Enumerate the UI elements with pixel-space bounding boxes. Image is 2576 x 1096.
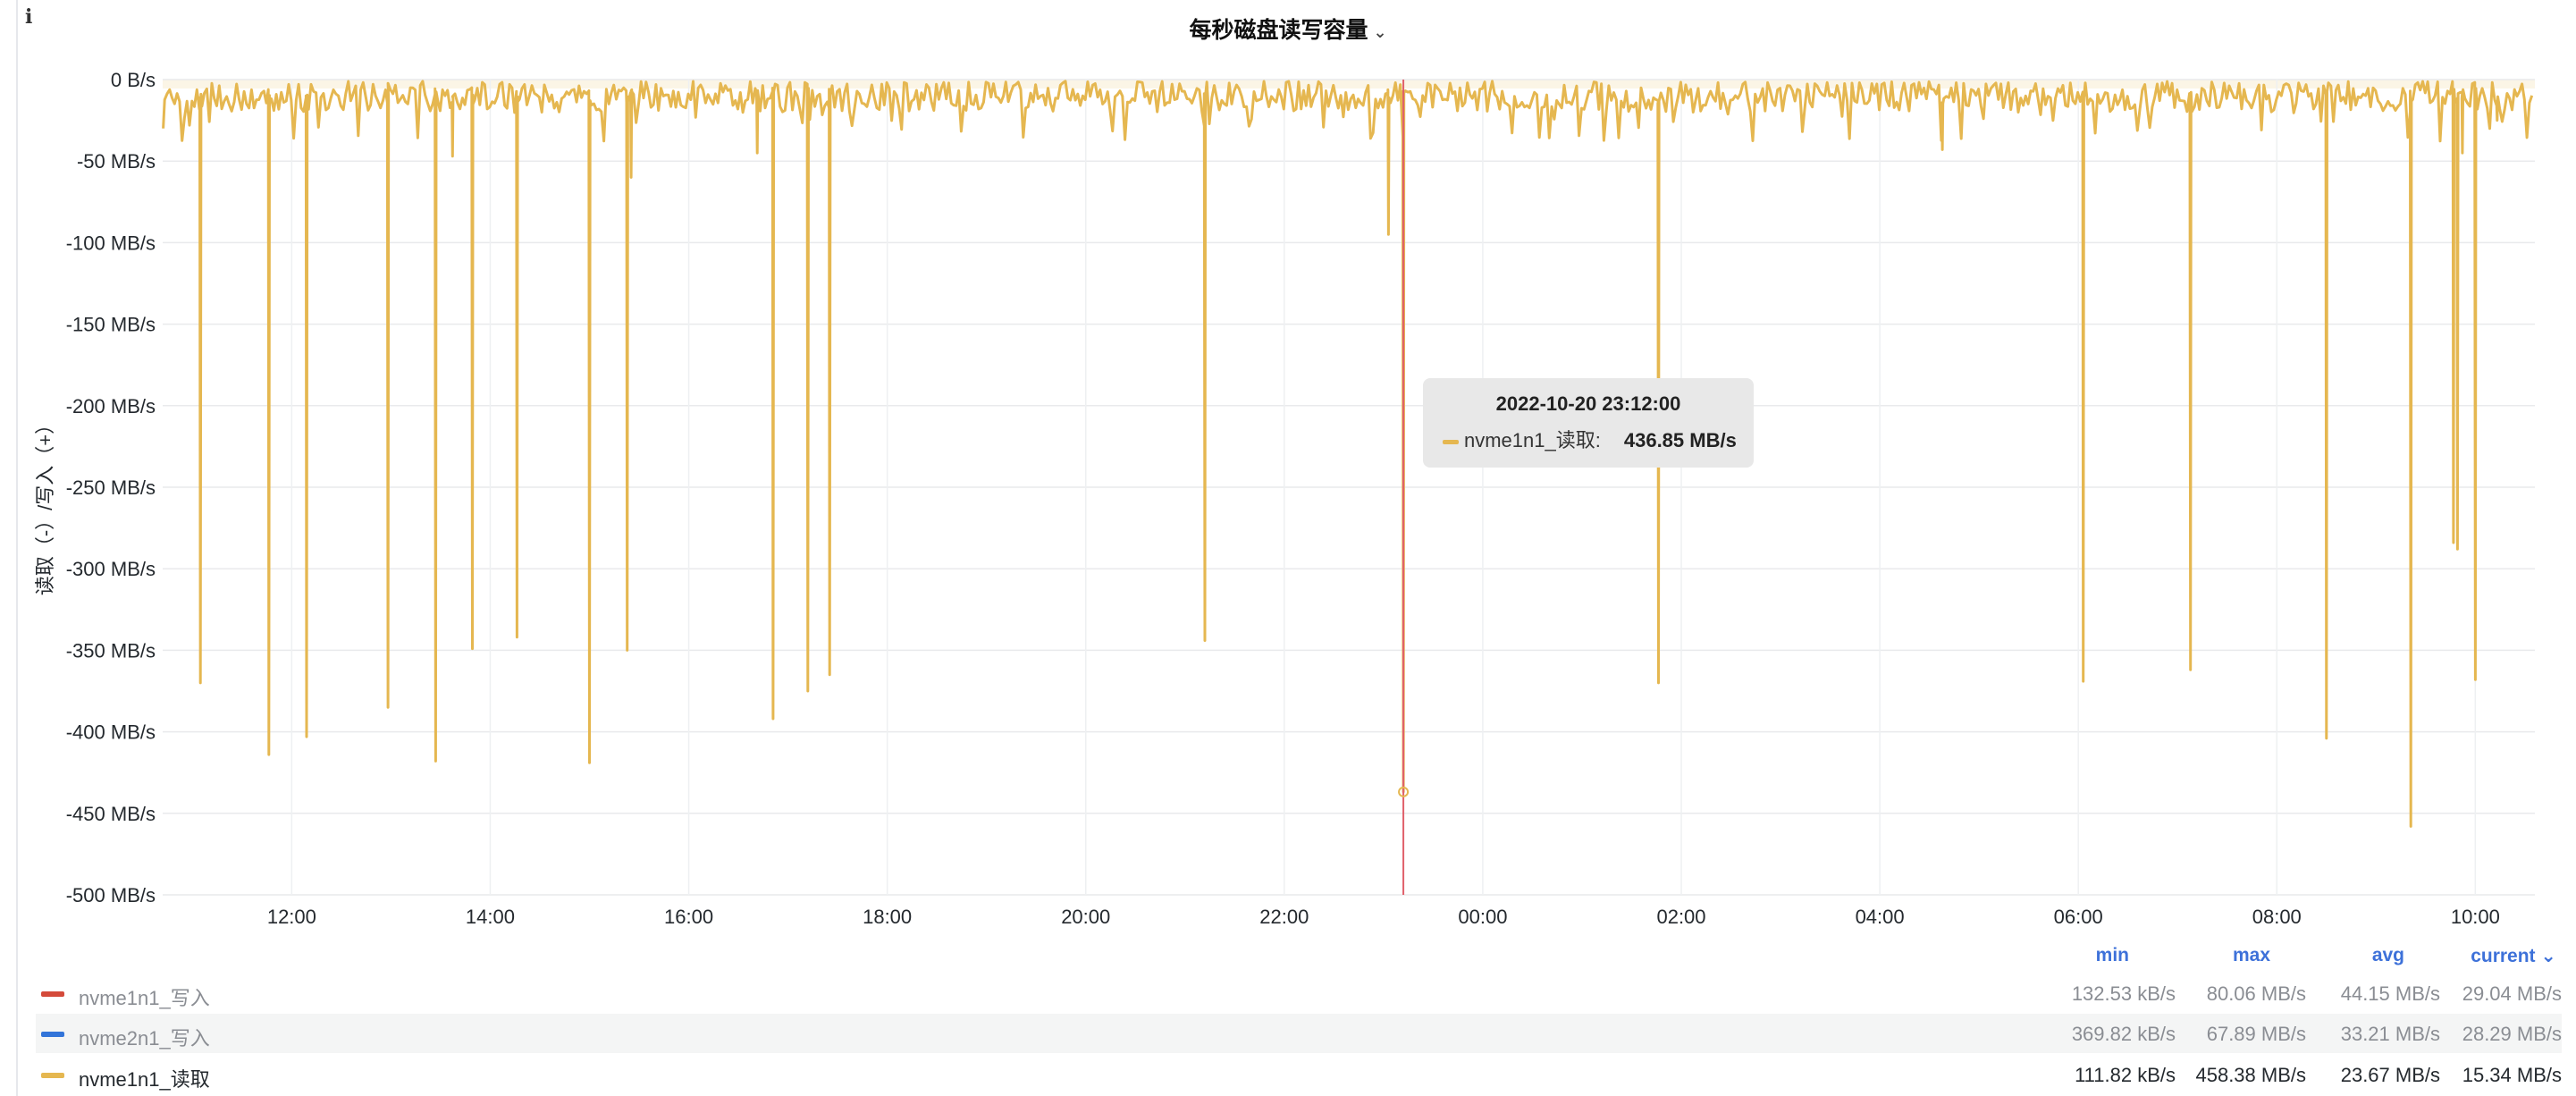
x-tick-label: 06:00	[2054, 906, 2103, 928]
legend-max: 458.38 MB/s	[2195, 1064, 2306, 1086]
x-tick-label: 22:00	[1259, 906, 1309, 928]
y-tick-label: -50 MB/s	[77, 150, 156, 173]
legend-series-name[interactable]: nvme1n1_写入	[79, 982, 210, 1011]
tooltip-time: 2022-10-20 23:12:00	[1495, 392, 1681, 415]
legend-header-max[interactable]: max	[2226, 945, 2270, 966]
y-tick-label: -450 MB/s	[66, 803, 156, 825]
tooltip-series-swatch	[1443, 439, 1459, 444]
legend-series-name[interactable]: nvme1n1_读取	[79, 1064, 210, 1092]
chart-tooltip: 2022-10-20 23:12:00 nvme1n1_读取: 436.85 MB…	[1423, 378, 1754, 468]
legend-avg: 44.15 MB/s	[2340, 982, 2440, 1005]
x-tick-label: 12:00	[267, 906, 316, 928]
legend-swatch	[41, 1032, 64, 1037]
legend-row[interactable]: nvme1n1_读取 111.82 kB/s 458.38 MB/s 23.67…	[36, 1055, 2562, 1094]
x-tick-label: 02:00	[1656, 906, 1705, 928]
y-tick-label: -150 MB/s	[66, 314, 156, 336]
y-tick-label: -350 MB/s	[66, 639, 156, 662]
legend-swatch	[41, 991, 64, 997]
y-axis-label: 读取（-）/写入（+）	[34, 415, 56, 595]
series-line-nvme1n1-read	[162, 80, 2534, 828]
y-tick-label: -100 MB/s	[66, 232, 156, 254]
legend-current: 15.34 MB/s	[2462, 1064, 2562, 1086]
legend-row[interactable]: nvme1n1_写入 132.53 kB/s 80.06 MB/s 44.15 …	[36, 974, 2562, 1013]
tooltip-series-name: nvme1n1_读取:	[1464, 429, 1601, 451]
line-chart[interactable]: 0 B/s -50 MB/s -100 MB/s -150 MB/s -200 MB/s…	[0, 0, 2576, 1096]
legend-swatch	[41, 1073, 64, 1078]
y-tick-label: -400 MB/s	[66, 721, 156, 744]
legend-avg: 33.21 MB/s	[2340, 1023, 2440, 1045]
y-tick-label: -250 MB/s	[66, 476, 156, 499]
zero-band	[163, 80, 2535, 89]
legend-avg: 23.67 MB/s	[2340, 1064, 2440, 1086]
y-tick-label: -500 MB/s	[66, 884, 156, 906]
x-tick-label: 08:00	[2252, 906, 2302, 928]
x-tick-label: 16:00	[664, 906, 713, 928]
tooltip-series-value: 436.85 MB/s	[1623, 429, 1737, 451]
x-tick-label: 18:00	[863, 906, 912, 928]
legend-row[interactable]: nvme2n1_写入 369.82 kB/s 67.89 MB/s 33.21 …	[36, 1014, 2562, 1053]
legend-current: 29.04 MB/s	[2462, 982, 2562, 1005]
graph-panel: i 每秒磁盘读写容量 ⌄ 0 B/s -50 MB/s -100 MB/s -150 M…	[0, 0, 2576, 1096]
y-tick-label: -200 MB/s	[66, 395, 156, 417]
x-tick-label: 10:00	[2451, 906, 2500, 928]
x-tick-label: 14:00	[466, 906, 515, 928]
legend-min: 111.82 kB/s	[2075, 1064, 2176, 1086]
legend-header-min[interactable]: min	[2092, 945, 2129, 966]
legend-max: 80.06 MB/s	[2206, 982, 2306, 1005]
x-tick-label: 04:00	[1856, 906, 1905, 928]
y-tick-label: 0 B/s	[111, 69, 156, 91]
y-tick-label: -300 MB/s	[66, 558, 156, 580]
legend-min: 369.82 kB/s	[2071, 1023, 2176, 1045]
y-axis-ticks: 0 B/s -50 MB/s -100 MB/s -150 MB/s -200 MB/s…	[66, 69, 156, 906]
series-layer	[162, 80, 2534, 828]
legend-min: 132.53 kB/s	[2071, 982, 2176, 1005]
x-axis-ticks: 12:00 14:00 16:00 18:00 20:00 22:00 00:00 02:00…	[267, 906, 2500, 928]
legend-current: 28.29 MB/s	[2462, 1023, 2562, 1045]
legend-header-current[interactable]: current ⌄	[2440, 945, 2556, 967]
legend-max: 67.89 MB/s	[2206, 1023, 2306, 1045]
legend-series-name[interactable]: nvme2n1_写入	[79, 1023, 210, 1051]
legend-header-avg[interactable]: avg	[2360, 945, 2404, 966]
x-tick-label: 00:00	[1458, 906, 1507, 928]
x-tick-label: 20:00	[1061, 906, 1110, 928]
tooltip-row: nvme1n1_读取: 436.85 MB/s	[1443, 425, 1737, 453]
